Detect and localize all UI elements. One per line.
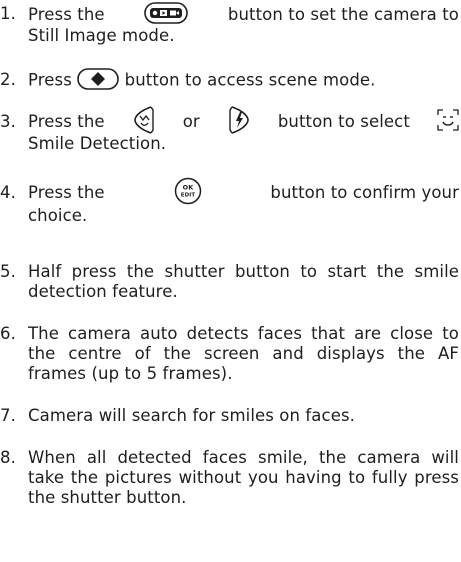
- step-text-before: Press the: [28, 183, 105, 202]
- step-text: The camera auto detects faces that are c…: [28, 324, 459, 383]
- menu-button-icon: [77, 68, 120, 90]
- step-text: Press the or button to select Smile Dete…: [28, 106, 459, 154]
- step-number: 8.: [0, 448, 16, 467]
- step-number: 3.: [0, 112, 16, 131]
- mode-button-icon: [144, 2, 189, 24]
- step-text: Press button to access scene mode.: [28, 68, 459, 92]
- step-text-after: button to access scene mode.: [124, 70, 376, 90]
- step-text-or: or: [182, 112, 200, 131]
- step-text: Press the button to set the camera to St…: [28, 2, 459, 46]
- step-number: 6.: [0, 324, 16, 343]
- manual-page: { "steps": [ { "number": "1.", "text_bef…: [0, 0, 461, 562]
- right-navigation-button-icon: [227, 105, 251, 135]
- step-text-after: button to confirm your: [270, 183, 459, 202]
- step-text-after: button to select: [277, 112, 410, 131]
- step-text-before: Press: [28, 70, 72, 90]
- step-text-before: Press the: [28, 112, 105, 131]
- step-number: 5.: [0, 262, 16, 281]
- step-text: When all detected faces smile, the camer…: [28, 448, 459, 507]
- step-number: 1.: [0, 4, 16, 23]
- step-text-after: button to set the camera to: [227, 5, 459, 24]
- edit-label: EDIT: [180, 193, 195, 199]
- step-text-before: Press the: [28, 5, 105, 24]
- step-number: 7.: [0, 406, 16, 425]
- step-text-line2: choice.: [28, 206, 88, 225]
- smile-detection-icon: [437, 109, 459, 131]
- step-text-line2: Still Image mode.: [28, 26, 175, 45]
- step-text: Half press the shutter button to start t…: [28, 262, 459, 301]
- step-number: 2.: [0, 70, 16, 89]
- step-text: Press the OK EDIT button to confirm your…: [28, 177, 459, 226]
- ok-label: OK: [182, 184, 194, 192]
- step-text-line2: Smile Detection.: [28, 134, 167, 153]
- left-navigation-button-icon: [132, 105, 156, 135]
- step-number: 4.: [0, 183, 16, 202]
- ok-edit-button-icon: OK EDIT: [174, 177, 202, 205]
- step-text: Camera will search for smiles on faces.: [28, 406, 355, 425]
